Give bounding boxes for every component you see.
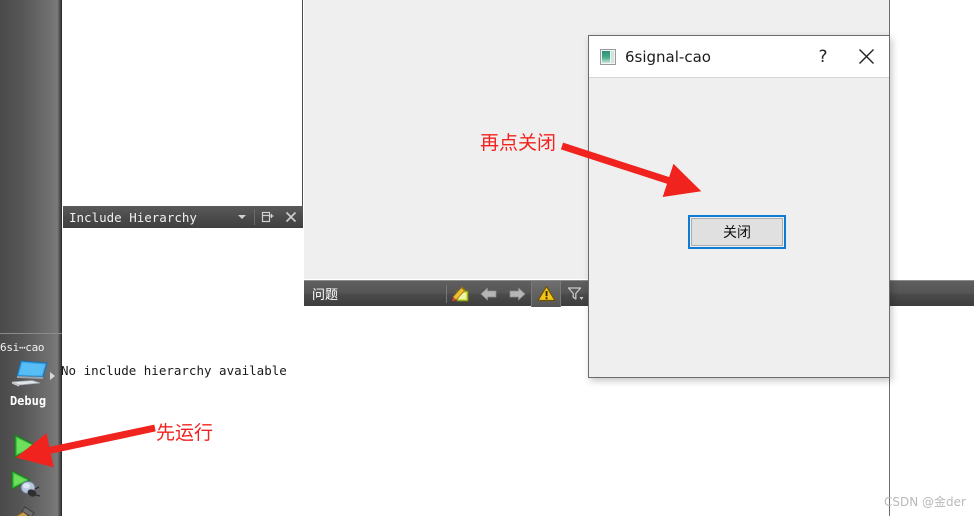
minimize-view-icon[interactable] — [255, 206, 279, 228]
close-action-button[interactable]: 关闭 — [688, 215, 786, 249]
problems-toolbar-extension — [890, 280, 974, 306]
run-play-icon[interactable] — [12, 433, 40, 459]
dialog-body: 关闭 — [589, 78, 889, 377]
help-button[interactable]: ? — [803, 36, 843, 77]
include-hierarchy-tabstrip[interactable]: Include Hierarchy — [63, 206, 303, 228]
launch-configuration-label: 6si⋯cao — [0, 341, 45, 354]
filter-funnel-icon[interactable] — [561, 281, 589, 307]
arrow-left-icon[interactable] — [475, 281, 503, 307]
monitor-icon[interactable] — [10, 360, 50, 390]
pencil-note-icon[interactable] — [447, 281, 475, 307]
warning-triangle-icon[interactable] — [531, 280, 562, 307]
app-window-icon — [600, 48, 616, 65]
dialog-title: 6signal-cao — [625, 47, 711, 66]
close-x-icon[interactable] — [843, 36, 889, 77]
include-hierarchy-tab-label[interactable]: Include Hierarchy — [63, 210, 197, 225]
debug-label: Debug — [9, 394, 47, 408]
desktop-background-right — [890, 0, 974, 516]
caret-right-icon[interactable] — [50, 372, 55, 380]
ide-launch-sidebar: 6si⋯cao Debug — [0, 0, 62, 516]
include-hierarchy-empty-message: No include hierarchy available — [61, 363, 287, 378]
sidebar-divider — [0, 333, 62, 334]
watermark: CSDN @金der — [884, 495, 966, 509]
signal-dialog-window: 6signal-cao ? 关闭 — [588, 35, 890, 378]
arrow-right-icon[interactable] — [503, 281, 531, 307]
problems-view-title: 问题 — [312, 288, 339, 303]
build-hammer-icon[interactable] — [10, 505, 42, 516]
annotation-run-hint: 先运行 — [156, 422, 214, 444]
chevron-down-icon[interactable] — [238, 215, 246, 219]
debug-bug-icon[interactable] — [10, 470, 42, 500]
close-view-icon[interactable] — [279, 206, 303, 228]
annotation-close-hint: 再点关闭 — [480, 132, 557, 154]
dialog-titlebar[interactable]: 6signal-cao ? — [589, 36, 889, 78]
screenshot-root: Include Hierarchy No include hierarchy a… — [0, 0, 974, 516]
